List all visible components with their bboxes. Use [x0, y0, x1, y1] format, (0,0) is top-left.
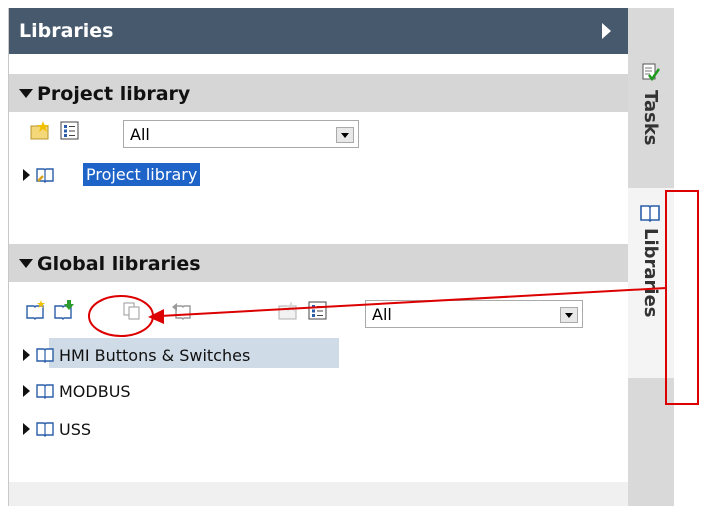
global-library-item[interactable]: MODBUS [9, 374, 629, 408]
panel-footer [9, 482, 629, 506]
libraries-panel: Libraries Project library All Project li… [8, 8, 629, 506]
open-library-icon[interactable] [53, 300, 75, 322]
expand-down-icon [19, 259, 33, 268]
project-library-header[interactable]: Project library [9, 74, 629, 112]
project-library-header-label: Project library [37, 83, 191, 105]
tab-libraries[interactable]: Libraries [628, 188, 674, 378]
global-libraries-header[interactable]: Global libraries [9, 244, 629, 282]
library-label: HMI Buttons & Switches [59, 346, 251, 365]
library-label: USS [59, 420, 92, 439]
project-library-toolbar: All [9, 116, 629, 150]
panel-titlebar: Libraries [9, 8, 629, 54]
library-book-icon [36, 422, 54, 437]
project-library-tree-item[interactable]: Project library [9, 158, 629, 192]
chevron-down-icon[interactable] [560, 307, 578, 323]
expand-right-icon[interactable] [23, 385, 30, 397]
global-library-item[interactable]: HMI Buttons & Switches [9, 338, 629, 372]
panel-title: Libraries [19, 20, 114, 42]
expand-right-icon[interactable] [23, 169, 30, 181]
project-library-filter-select[interactable]: All [123, 120, 359, 148]
libraries-book-icon [640, 205, 660, 222]
global-libraries-filter-select[interactable]: All [365, 300, 583, 328]
tab-tasks[interactable]: Tasks [628, 56, 674, 186]
project-library-label: Project library [83, 163, 201, 186]
expand-down-icon [19, 89, 33, 98]
details-view-icon[interactable] [59, 120, 81, 142]
new-folder-icon[interactable] [29, 120, 51, 142]
library-book-icon [36, 348, 54, 363]
task-card-tabstrip: Tasks Libraries [628, 8, 674, 506]
global-libraries-toolbar: All [9, 294, 629, 328]
copy-library-icon[interactable] [121, 300, 143, 322]
tab-tasks-label: Tasks [640, 90, 661, 146]
chevron-down-icon[interactable] [336, 127, 354, 143]
project-filter-value: All [130, 125, 150, 144]
new-folder-icon[interactable] [277, 300, 299, 322]
library-label: MODBUS [59, 382, 131, 401]
global-libraries-header-label: Global libraries [37, 253, 201, 275]
expand-right-icon[interactable] [23, 423, 30, 435]
new-library-icon[interactable] [25, 300, 47, 322]
project-library-book-icon [36, 168, 54, 183]
collapse-panel-icon[interactable] [602, 23, 611, 39]
details-view-icon[interactable] [307, 300, 329, 322]
global-library-item[interactable]: USS [9, 412, 629, 446]
library-book-icon [36, 384, 54, 399]
expand-right-icon[interactable] [23, 349, 30, 361]
tab-libraries-label: Libraries [640, 228, 661, 318]
close-library-icon[interactable] [171, 300, 193, 322]
tasks-checklist-icon [642, 63, 660, 82]
global-filter-value: All [372, 305, 392, 324]
